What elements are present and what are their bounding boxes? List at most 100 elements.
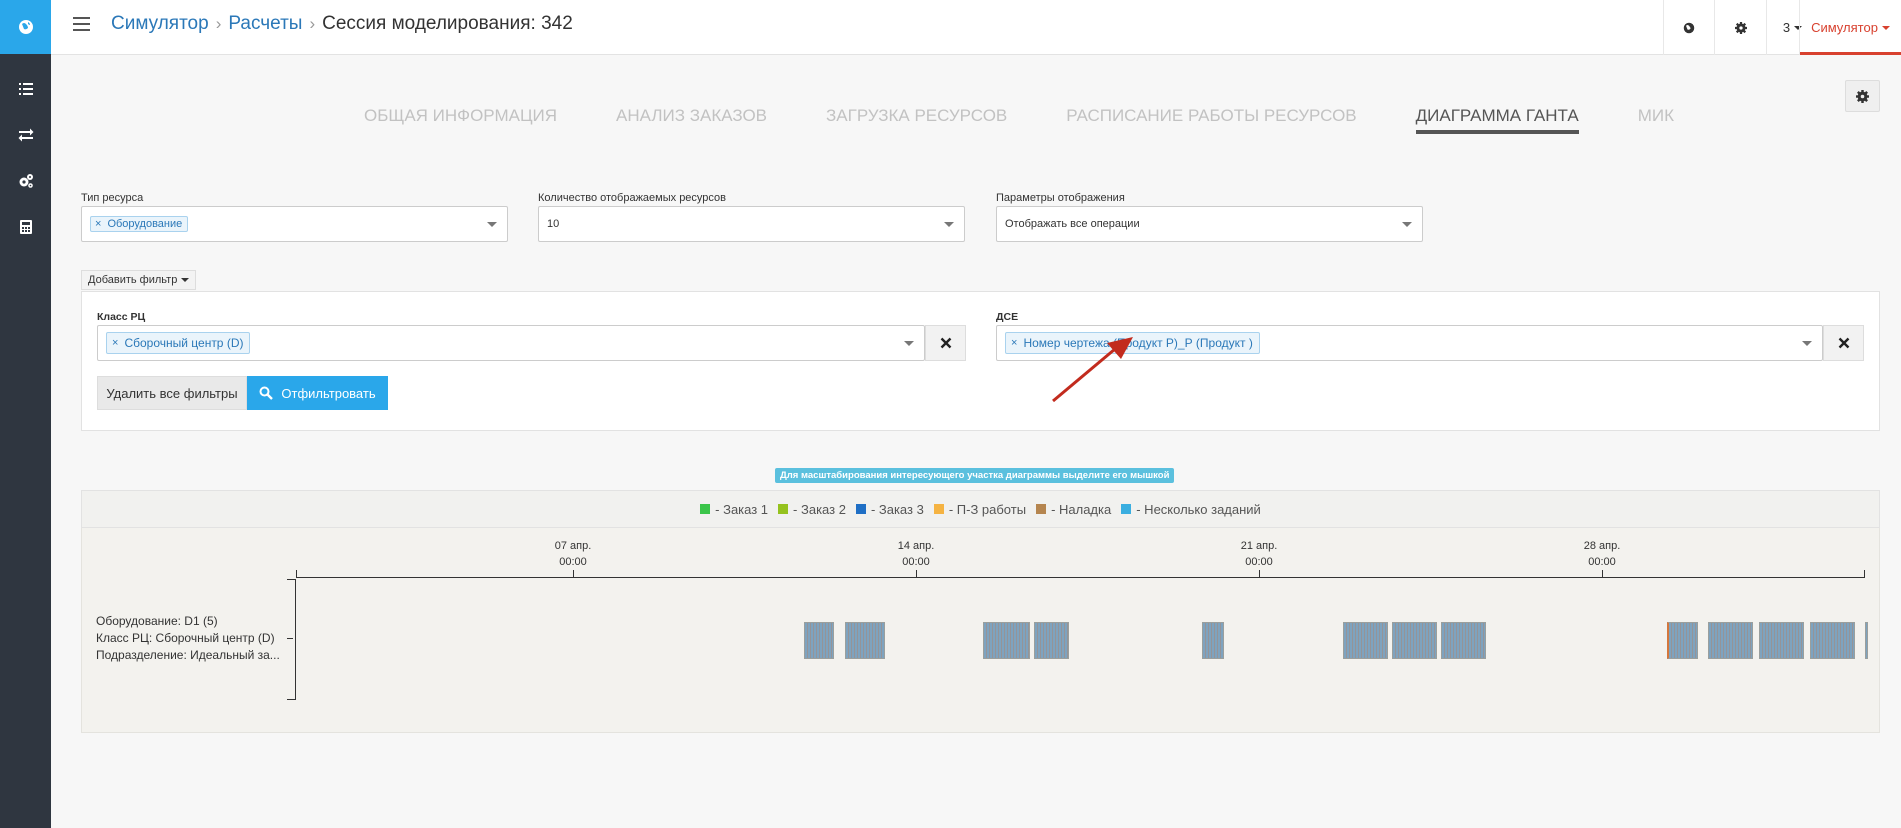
tab-bar: ОБЩАЯ ИНФОРМАЦИЯ АНАЛИЗ ЗАКАЗОВ ЗАГРУЗКА…: [364, 106, 1674, 134]
breadcrumb-simulator[interactable]: Симулятор: [111, 13, 209, 35]
axis-tick-label: 07 апр. 00:00: [533, 538, 613, 570]
resource-info: Оборудование: D1 (5) Класс РЦ: Сборочный…: [96, 613, 280, 664]
tab-order-analysis[interactable]: АНАЛИЗ ЗАКАЗОВ: [616, 106, 767, 134]
gantt-task-bar[interactable]: [1865, 622, 1869, 659]
tab-resource-load[interactable]: ЗАГРУЗКА РЕСУРСОВ: [826, 106, 1007, 134]
resource-rc-class: Класс РЦ: Сборочный центр (D): [96, 631, 275, 645]
axis-tick-label: 14 апр. 00:00: [876, 538, 956, 570]
counter-value: 3: [1782, 20, 1791, 35]
clear-all-filters-button[interactable]: Удалить все фильтры: [97, 376, 247, 410]
gantt-task-bar[interactable]: [983, 622, 1031, 659]
dropdown-arrow-icon: [904, 341, 914, 346]
legend-label: - Заказ 3: [870, 501, 924, 517]
gantt-task-bar[interactable]: [844, 622, 886, 659]
tick-date: 21 апр.: [1240, 540, 1278, 552]
tick-time: 00:00: [902, 556, 930, 568]
legend-item-order-1: - Заказ 1: [700, 502, 768, 517]
add-filter-button[interactable]: Добавить фильтр: [81, 270, 197, 290]
axis-tick-label: 28 апр. 00:00: [1562, 538, 1642, 570]
user-name: Симулятор: [1811, 20, 1878, 35]
rc-class-select[interactable]: × Сборочный центр (D): [97, 325, 925, 361]
remove-rc-class-filter-button[interactable]: [925, 325, 966, 361]
remove-dse-filter-button[interactable]: [1823, 325, 1864, 361]
display-params-select[interactable]: Отображать все операции: [996, 206, 1423, 242]
page-title: Сессия моделирования: 342: [322, 13, 573, 34]
tick-date: 14 апр.: [897, 540, 935, 552]
remove-tag-icon[interactable]: ×: [95, 218, 101, 230]
gear-icon: [1856, 89, 1869, 103]
legend-label: - Несколько заданий: [1136, 501, 1261, 517]
resource-department: Подразделение: Идеальный за...: [96, 648, 280, 662]
hamburger-menu-icon[interactable]: [73, 17, 90, 31]
tick-time: 00:00: [1245, 556, 1273, 568]
axis-start-tick: [296, 570, 297, 577]
resource-count-select[interactable]: 10: [538, 206, 965, 242]
top-header: Симулятор › Расчеты › Сессия моделирован…: [51, 0, 1901, 55]
dropdown-arrow-icon: [1802, 341, 1812, 346]
tab-gantt-chart[interactable]: ДИАГРАММА ГАНТА: [1415, 106, 1579, 134]
chevron-right-icon: ›: [309, 14, 316, 33]
resource-count-value: 10: [547, 218, 560, 230]
cogs-icon[interactable]: [0, 158, 51, 204]
legend-swatch: [933, 504, 944, 514]
resource-count-label: Количество отображаемых ресурсов: [538, 192, 727, 204]
legend-label: - Заказ 2: [793, 501, 846, 517]
apply-filter-button[interactable]: Отфильтровать: [247, 376, 388, 410]
tick-date: 28 апр.: [1583, 540, 1621, 552]
gantt-task-bar[interactable]: [1440, 622, 1486, 659]
dropdown-arrow-icon: [944, 222, 954, 227]
calculator-icon[interactable]: [0, 204, 51, 250]
zoom-hint-badge: Для масштабирования интересующего участк…: [775, 468, 1175, 483]
axis-tick: [1259, 570, 1260, 577]
language-button[interactable]: [1663, 0, 1714, 55]
resource-type-select[interactable]: × Оборудование: [81, 206, 508, 242]
legend-swatch: [855, 504, 866, 514]
annotation-arrow-icon: [1052, 337, 1133, 403]
tick-time: 00:00: [559, 556, 587, 568]
legend-item-order-2: - Заказ 2: [778, 502, 846, 517]
axis-tick-label: 21 апр. 00:00: [1219, 538, 1299, 570]
caret-down-icon: [181, 278, 190, 282]
tab-mik[interactable]: МИК: [1638, 106, 1674, 134]
user-menu[interactable]: Симулятор: [1799, 0, 1901, 55]
page-settings-button[interactable]: [1845, 80, 1880, 112]
remove-tag-icon[interactable]: ×: [112, 337, 118, 349]
tab-general-info[interactable]: ОБЩАЯ ИНФОРМАЦИЯ: [364, 106, 557, 134]
legend-item-adjustment: - Наладка: [1036, 502, 1111, 517]
dropdown-arrow-icon: [487, 222, 497, 227]
axis-tick: [1602, 570, 1603, 577]
resource-type-label: Тип ресурса: [81, 192, 144, 204]
close-icon: [940, 337, 951, 349]
filter-panel: [81, 291, 1880, 431]
gantt-task-bar[interactable]: [803, 622, 835, 659]
remove-tag-icon[interactable]: ×: [1011, 337, 1017, 349]
exchange-icon[interactable]: [0, 112, 51, 158]
legend-swatch: [700, 504, 711, 514]
gantt-task-bar[interactable]: [1810, 622, 1856, 659]
resource-bracket: [287, 579, 296, 700]
legend-swatch: [1036, 504, 1047, 514]
legend-label: - П-З работы: [948, 501, 1027, 517]
gantt-task-bar[interactable]: [1759, 622, 1805, 659]
gantt-task-bar[interactable]: [1342, 622, 1388, 659]
axis-end-tick: [1864, 570, 1865, 577]
dse-label: ДСЕ: [996, 311, 1019, 323]
legend-swatch: [1121, 504, 1132, 514]
breadcrumb-calculations[interactable]: Расчеты: [228, 13, 302, 35]
list-icon[interactable]: [0, 66, 51, 112]
display-params-label: Параметры отображения: [996, 192, 1125, 204]
search-icon: [259, 386, 274, 400]
tab-resource-schedule[interactable]: РАСПИСАНИЕ РАБОТЫ РЕСУРСОВ: [1066, 106, 1356, 134]
time-axis: [296, 577, 1865, 578]
gantt-task-bar[interactable]: [1201, 622, 1225, 659]
settings-button[interactable]: [1714, 0, 1766, 55]
gantt-task-bar[interactable]: [1391, 622, 1437, 659]
logo-globe-icon[interactable]: [0, 0, 51, 54]
gantt-task-bar[interactable]: [1034, 622, 1070, 659]
legend-item-multiple-tasks: - Несколько заданий: [1121, 502, 1261, 517]
gantt-task-bar[interactable]: [1708, 622, 1754, 659]
apply-filter-label: Отфильтровать: [281, 385, 376, 401]
dropdown-arrow-icon: [1402, 222, 1412, 227]
rc-class-label: Класс РЦ: [97, 311, 146, 323]
gantt-task-bar[interactable]: [1667, 622, 1698, 659]
